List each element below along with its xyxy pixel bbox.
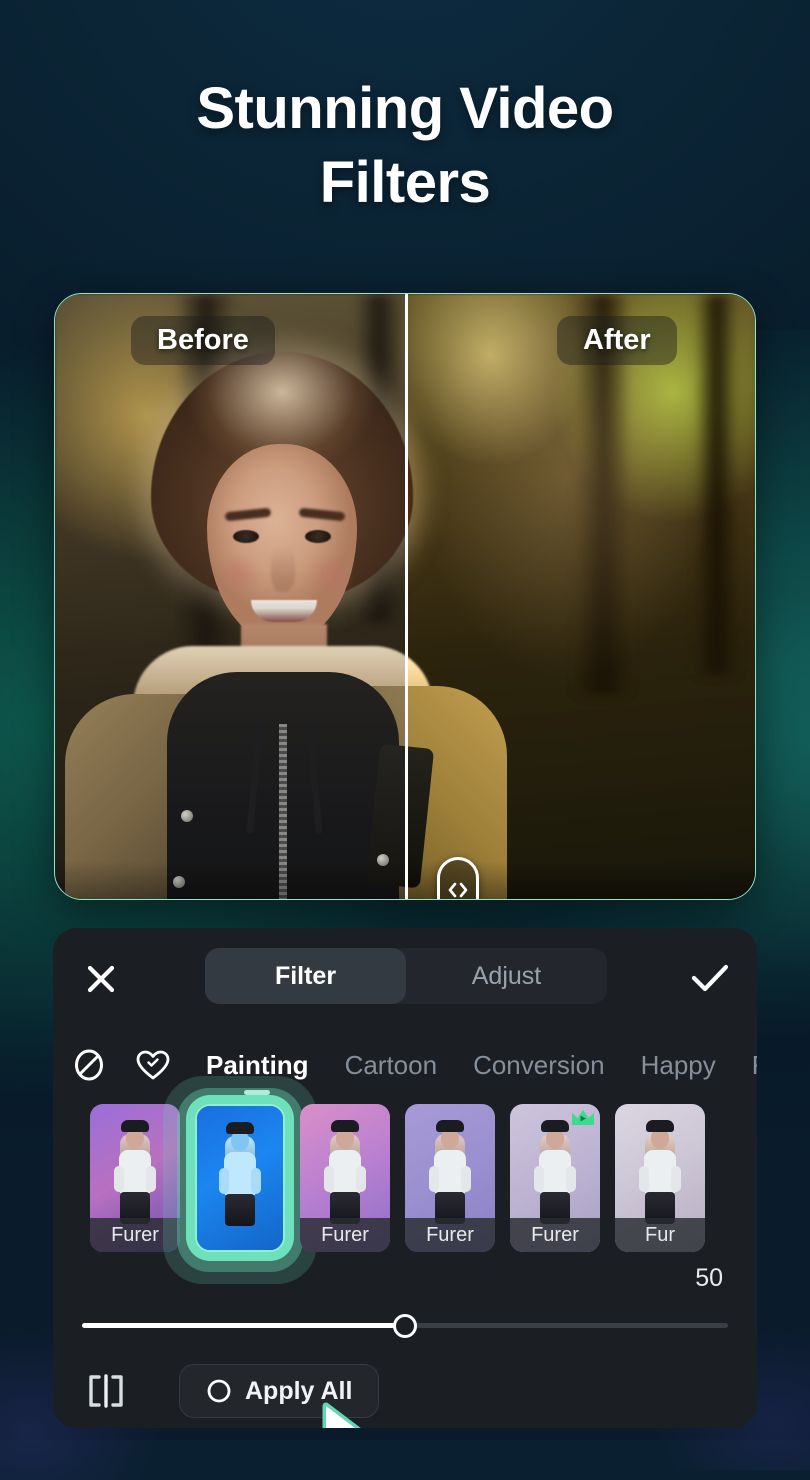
page-title: Stunning Video Filters [0,72,810,219]
category-tab-fem[interactable]: Fem [752,1050,757,1081]
intensity-slider-thumb[interactable] [393,1314,417,1338]
category-icon-group [53,1046,172,1084]
pro-crown-icon [572,1110,594,1125]
filter-editor-panel: Filter Adjust Painting Cartoon Conversio… [53,928,757,1428]
after-image-half: After [406,294,755,899]
category-tab-cartoon[interactable]: Cartoon [345,1050,438,1081]
comparison-divider-line [405,294,408,899]
filter-thumbnail[interactable]: Fur [615,1104,705,1252]
filter-thumbnail-label: Furer [405,1218,495,1252]
no-filter-icon[interactable] [70,1046,108,1084]
checkmark-icon[interactable] [685,956,735,1002]
filter-category-bar: Painting Cartoon Conversion Happy Fem [53,1032,757,1098]
intensity-value-readout: 50 [695,1264,723,1292]
filter-thumbnail-row[interactable]: Furer Furer Furer Furer Fur [53,1076,757,1428]
category-tab-conversion[interactable]: Conversion [473,1050,605,1081]
after-warm-glow-overlay [406,294,755,899]
before-after-comparison-card[interactable]: Before After [54,293,756,900]
split-compare-icon[interactable] [79,1366,133,1416]
tab-filter[interactable]: Filter [205,948,406,1004]
filter-thumbnail-selected[interactable]: Furer [195,1104,285,1252]
after-label-badge: After [557,316,677,365]
filter-thumbnail-pro[interactable]: Furer [510,1104,600,1252]
circle-radio-icon [207,1379,231,1403]
intensity-slider[interactable] [53,1310,757,1340]
category-tab-happy[interactable]: Happy [641,1050,716,1081]
editor-bottom-bar: Apply All [53,1358,757,1428]
before-image-half: Before [55,294,406,899]
filter-thumbnail-scroller[interactable]: Furer Furer Furer Furer Fur [53,1076,705,1284]
editor-mode-switch[interactable]: Filter Adjust [205,948,607,1004]
filter-thumbnail-selected-wrapper: Furer [163,1076,317,1284]
filter-thumbnail[interactable]: Furer [300,1104,390,1252]
page-title-line-1: Stunning Video [196,76,614,141]
editor-toolbar: Filter Adjust [53,928,757,1024]
intensity-slider-fill [82,1323,405,1328]
filter-thumbnail-label: Fur [615,1218,705,1252]
before-photo [55,294,406,899]
filter-thumbnail[interactable]: Furer [405,1104,495,1252]
filter-thumbnail-label: Furer [300,1218,390,1252]
compare-slider-handle-icon[interactable] [437,857,479,899]
mouse-cursor-pointer [322,1402,361,1428]
page-title-line-2: Filters [319,149,491,215]
favorite-heart-icon[interactable] [134,1046,172,1084]
filter-thumbnail-label: Furer [510,1218,600,1252]
close-icon[interactable] [78,956,124,1002]
tab-adjust[interactable]: Adjust [406,948,607,1004]
before-label-badge: Before [131,316,275,365]
